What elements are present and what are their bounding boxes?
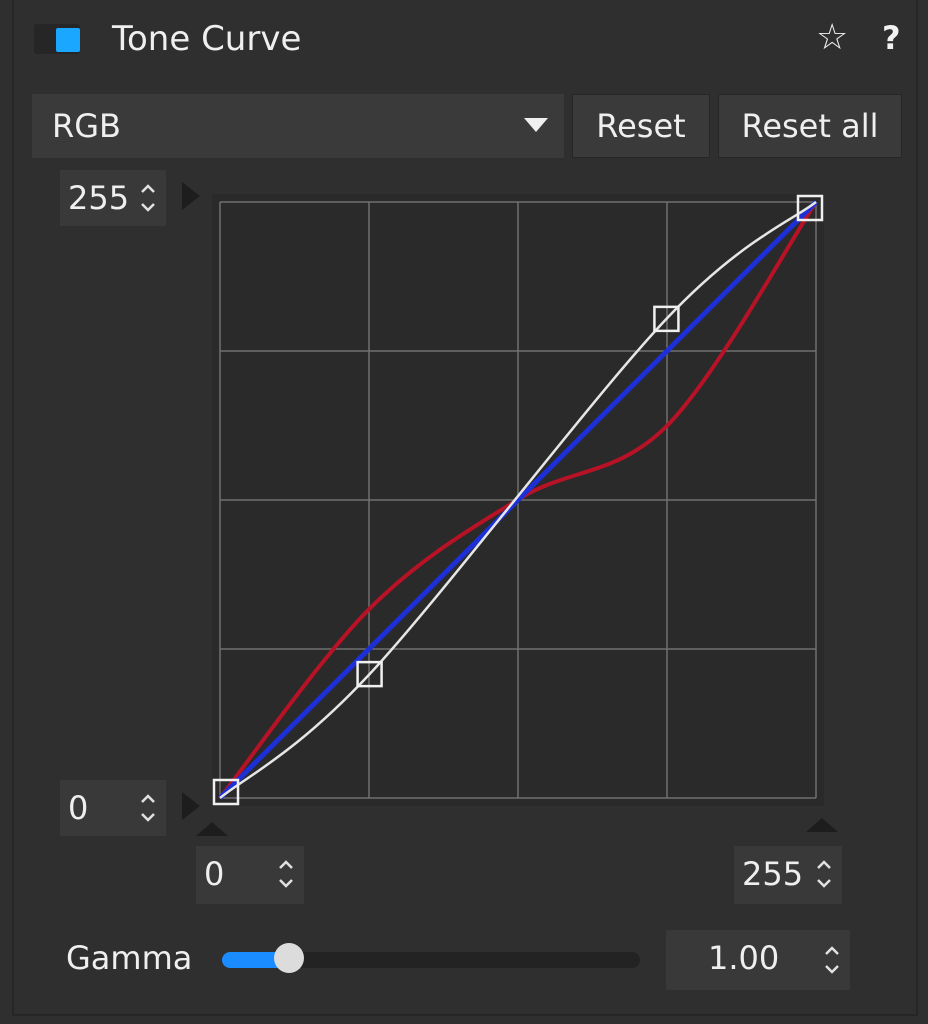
help-icon[interactable]: ?: [882, 18, 901, 58]
panel-header: Tone Curve ☆ ?: [20, 10, 910, 70]
gamma-slider-thumb[interactable]: [274, 943, 304, 973]
output-max-value: 255: [68, 179, 130, 217]
reset-button[interactable]: Reset: [572, 94, 710, 158]
spinner-arrows-icon[interactable]: [814, 854, 834, 894]
input-max-marker-icon[interactable]: [806, 818, 838, 832]
spinner-arrows-icon[interactable]: [138, 178, 158, 218]
spinner-arrows-icon[interactable]: [138, 788, 158, 828]
input-max-spinner[interactable]: 255: [734, 846, 842, 904]
output-min-spinner[interactable]: 0: [60, 780, 166, 836]
reset-all-button[interactable]: Reset all: [718, 94, 902, 158]
output-max-spinner[interactable]: 255: [60, 170, 166, 226]
channel-selected-value: RGB: [52, 107, 121, 145]
output-max-marker-icon[interactable]: [182, 182, 200, 210]
spinner-arrows-icon[interactable]: [276, 854, 296, 894]
panel-title: Tone Curve: [112, 19, 302, 59]
input-min-marker-icon[interactable]: [196, 822, 228, 836]
gamma-value: 1.00: [708, 939, 780, 977]
chevron-down-icon: [524, 118, 548, 132]
output-min-value: 0: [68, 789, 89, 827]
tone-curve-panel: Tone Curve ☆ ? RGB Reset Reset all 255 0: [0, 0, 928, 1024]
spinner-arrows-icon[interactable]: [822, 940, 842, 980]
gamma-spinner[interactable]: 1.00: [666, 930, 850, 990]
input-max-value: 255: [742, 855, 804, 893]
curve-canvas[interactable]: [212, 194, 824, 806]
gamma-label: Gamma: [66, 939, 193, 977]
enable-indicator[interactable]: [56, 28, 80, 52]
input-min-spinner[interactable]: 0: [196, 846, 304, 904]
output-min-marker-icon[interactable]: [182, 792, 200, 820]
favorite-star-icon[interactable]: ☆: [816, 18, 848, 58]
channel-dropdown[interactable]: RGB: [32, 94, 564, 158]
input-min-value: 0: [204, 855, 225, 893]
tone-curve-graph[interactable]: [212, 194, 824, 806]
